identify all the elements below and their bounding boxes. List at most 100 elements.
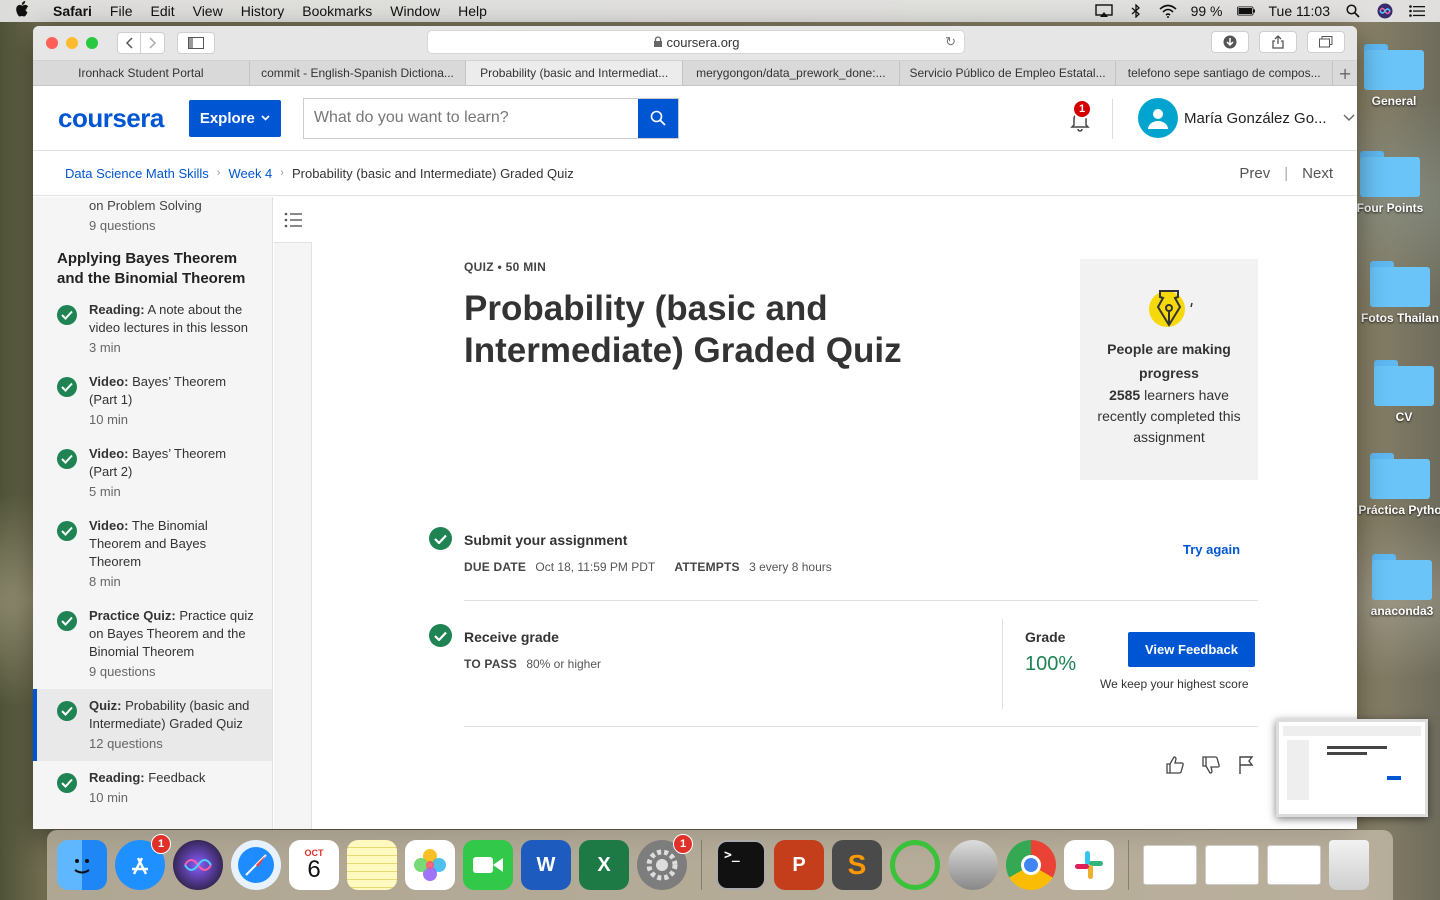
pager-divider: | bbox=[1284, 164, 1289, 182]
screenshots-stack-icon[interactable] bbox=[1267, 845, 1321, 885]
terminal-icon[interactable]: >_ bbox=[716, 840, 766, 890]
green-circle-app-icon[interactable] bbox=[890, 840, 940, 890]
apple-icon[interactable] bbox=[0, 1, 44, 21]
search-button[interactable] bbox=[637, 98, 678, 138]
zoom-window-button[interactable] bbox=[86, 37, 98, 49]
tab-sepe[interactable]: Servicio Público de Empleo Estatal... bbox=[900, 61, 1117, 85]
menu-file[interactable]: File bbox=[101, 3, 142, 19]
desktop-folder-practica[interactable]: Práctica Pytho bbox=[1355, 453, 1440, 517]
chevron-right-icon: › bbox=[280, 167, 284, 179]
share-button[interactable] bbox=[1259, 31, 1297, 53]
desktop-folder-general[interactable]: General bbox=[1349, 44, 1439, 108]
menubar-clock[interactable]: Tue 11:03 bbox=[1269, 3, 1331, 19]
outline-toggle-button[interactable] bbox=[274, 197, 312, 243]
finder-icon[interactable] bbox=[57, 840, 107, 890]
sidebar-item-practice-quiz[interactable]: Practice Quiz: Practice quiz on Bayes Th… bbox=[33, 599, 272, 689]
sidebar-item-video-binomial[interactable]: Video: The Binomial Theorem and Bayes Th… bbox=[33, 509, 272, 599]
safari-icon[interactable] bbox=[231, 840, 281, 890]
breadcrumb-week[interactable]: Week 4 bbox=[228, 166, 272, 181]
item-kind: Reading: bbox=[89, 302, 145, 317]
notification-center-icon[interactable] bbox=[1408, 4, 1426, 18]
menu-history[interactable]: History bbox=[232, 3, 294, 19]
calendar-day: 6 bbox=[307, 856, 321, 883]
facetime-icon[interactable] bbox=[463, 840, 513, 890]
user-menu[interactable]: María González Go... bbox=[1138, 98, 1355, 138]
sidebar-item-truncated[interactable]: on Problem Solving 9 questions bbox=[33, 197, 272, 235]
dock: 1 OCT 6 W X 1 >_ P S bbox=[47, 830, 1393, 900]
calendar-icon[interactable]: OCT 6 bbox=[289, 840, 339, 890]
try-again-link[interactable]: Try again bbox=[1183, 542, 1240, 557]
back-button[interactable] bbox=[117, 32, 141, 54]
address-bar[interactable]: coursera.org ↻ bbox=[427, 30, 965, 54]
spotlight-search-icon[interactable] bbox=[1344, 4, 1362, 18]
menu-view[interactable]: View bbox=[184, 3, 232, 19]
thumbs-down-icon[interactable] bbox=[1201, 755, 1221, 775]
siri-icon[interactable] bbox=[1376, 3, 1394, 19]
slack-icon[interactable] bbox=[1064, 840, 1114, 890]
sidebar-item-video-bayes-1[interactable]: Video: Bayes’ Theorem (Part 1) 10 min bbox=[33, 365, 272, 437]
system-preferences-icon[interactable]: 1 bbox=[637, 834, 693, 890]
breadcrumb: Data Science Math Skills › Week 4 › Prob… bbox=[33, 151, 1357, 196]
downloads-button[interactable] bbox=[1211, 31, 1249, 53]
airplay-icon[interactable] bbox=[1094, 4, 1113, 18]
app-store-icon[interactable]: 1 bbox=[115, 834, 171, 890]
screenshot-thumbnail[interactable] bbox=[1276, 719, 1428, 817]
close-window-button[interactable] bbox=[46, 37, 58, 49]
coursera-logo[interactable]: coursera bbox=[58, 103, 164, 134]
desktop-folder-cv[interactable]: CV bbox=[1359, 360, 1440, 424]
completed-check-icon bbox=[57, 701, 77, 721]
flag-icon[interactable] bbox=[1237, 755, 1257, 775]
notes-icon[interactable] bbox=[347, 840, 397, 890]
database-icon[interactable] bbox=[948, 840, 998, 890]
grade-summary: Grade 100% bbox=[1025, 629, 1076, 676]
breadcrumb-course[interactable]: Data Science Math Skills bbox=[65, 166, 209, 181]
new-tab-button[interactable]: + bbox=[1333, 61, 1357, 85]
search-input[interactable] bbox=[303, 98, 638, 138]
tab-overview-button[interactable] bbox=[1307, 31, 1345, 53]
tab-dictionary[interactable]: commit - English-Spanish Dictiona... bbox=[250, 61, 467, 85]
battery-icon[interactable] bbox=[1236, 4, 1255, 18]
minimize-window-button[interactable] bbox=[66, 37, 78, 49]
chrome-icon[interactable] bbox=[1006, 840, 1056, 890]
tab-telefono[interactable]: telefono sepe santiago de compos... bbox=[1116, 61, 1334, 85]
prev-button[interactable]: Prev bbox=[1239, 165, 1270, 182]
chevron-down-icon bbox=[261, 115, 270, 121]
downloads-stack-icon[interactable] bbox=[1205, 845, 1259, 885]
view-feedback-button[interactable]: View Feedback bbox=[1128, 632, 1255, 667]
tab-coursera-quiz[interactable]: Probability (basic and Intermediat... bbox=[466, 61, 684, 85]
sidebar-item-reading-note[interactable]: Reading: A note about the video lectures… bbox=[33, 293, 272, 365]
word-icon[interactable]: W bbox=[521, 840, 571, 890]
powerpoint-icon[interactable]: P bbox=[774, 840, 824, 890]
photos-icon[interactable] bbox=[405, 840, 455, 890]
thumbs-up-icon[interactable] bbox=[1165, 755, 1185, 775]
tab-ironhack[interactable]: Ironhack Student Portal bbox=[33, 61, 250, 85]
menu-help[interactable]: Help bbox=[449, 3, 496, 19]
desktop-folder-fotos[interactable]: Fotos Thailan bbox=[1355, 261, 1440, 325]
menu-edit[interactable]: Edit bbox=[141, 3, 183, 19]
tab-github[interactable]: merygongon/data_prework_done:... bbox=[683, 61, 900, 85]
attempts-value: 3 every 8 hours bbox=[749, 560, 832, 574]
bluetooth-icon[interactable] bbox=[1127, 4, 1145, 18]
next-button[interactable]: Next bbox=[1302, 165, 1333, 182]
header-divider bbox=[1112, 99, 1113, 139]
desktop-folder-four-points[interactable]: Four Points bbox=[1345, 151, 1435, 215]
item-kind: Reading: bbox=[89, 770, 145, 785]
menu-app-name[interactable]: Safari bbox=[44, 3, 101, 19]
menu-window[interactable]: Window bbox=[381, 3, 449, 19]
recent-document-stack-icon[interactable] bbox=[1143, 845, 1197, 885]
forward-button[interactable] bbox=[141, 32, 165, 54]
trash-icon[interactable] bbox=[1329, 840, 1369, 890]
desktop-folder-anaconda[interactable]: anaconda3 bbox=[1357, 554, 1440, 618]
explore-button[interactable]: Explore bbox=[188, 99, 281, 137]
reload-icon[interactable]: ↻ bbox=[945, 34, 956, 50]
wifi-icon[interactable] bbox=[1159, 4, 1177, 18]
chevron-right-icon: › bbox=[216, 167, 221, 179]
menu-bookmarks[interactable]: Bookmarks bbox=[293, 3, 381, 19]
siri-icon[interactable] bbox=[173, 840, 223, 890]
sidebar-item-graded-quiz[interactable]: Quiz: Probability (basic and Intermediat… bbox=[33, 689, 272, 761]
excel-icon[interactable]: X bbox=[579, 840, 629, 890]
sidebar-toggle-button[interactable] bbox=[177, 32, 215, 54]
sidebar-item-reading-feedback[interactable]: Reading: Feedback 10 min bbox=[33, 761, 272, 815]
sidebar-item-video-bayes-2[interactable]: Video: Bayes’ Theorem (Part 2) 5 min bbox=[33, 437, 272, 509]
sublime-text-icon[interactable]: S bbox=[832, 840, 882, 890]
